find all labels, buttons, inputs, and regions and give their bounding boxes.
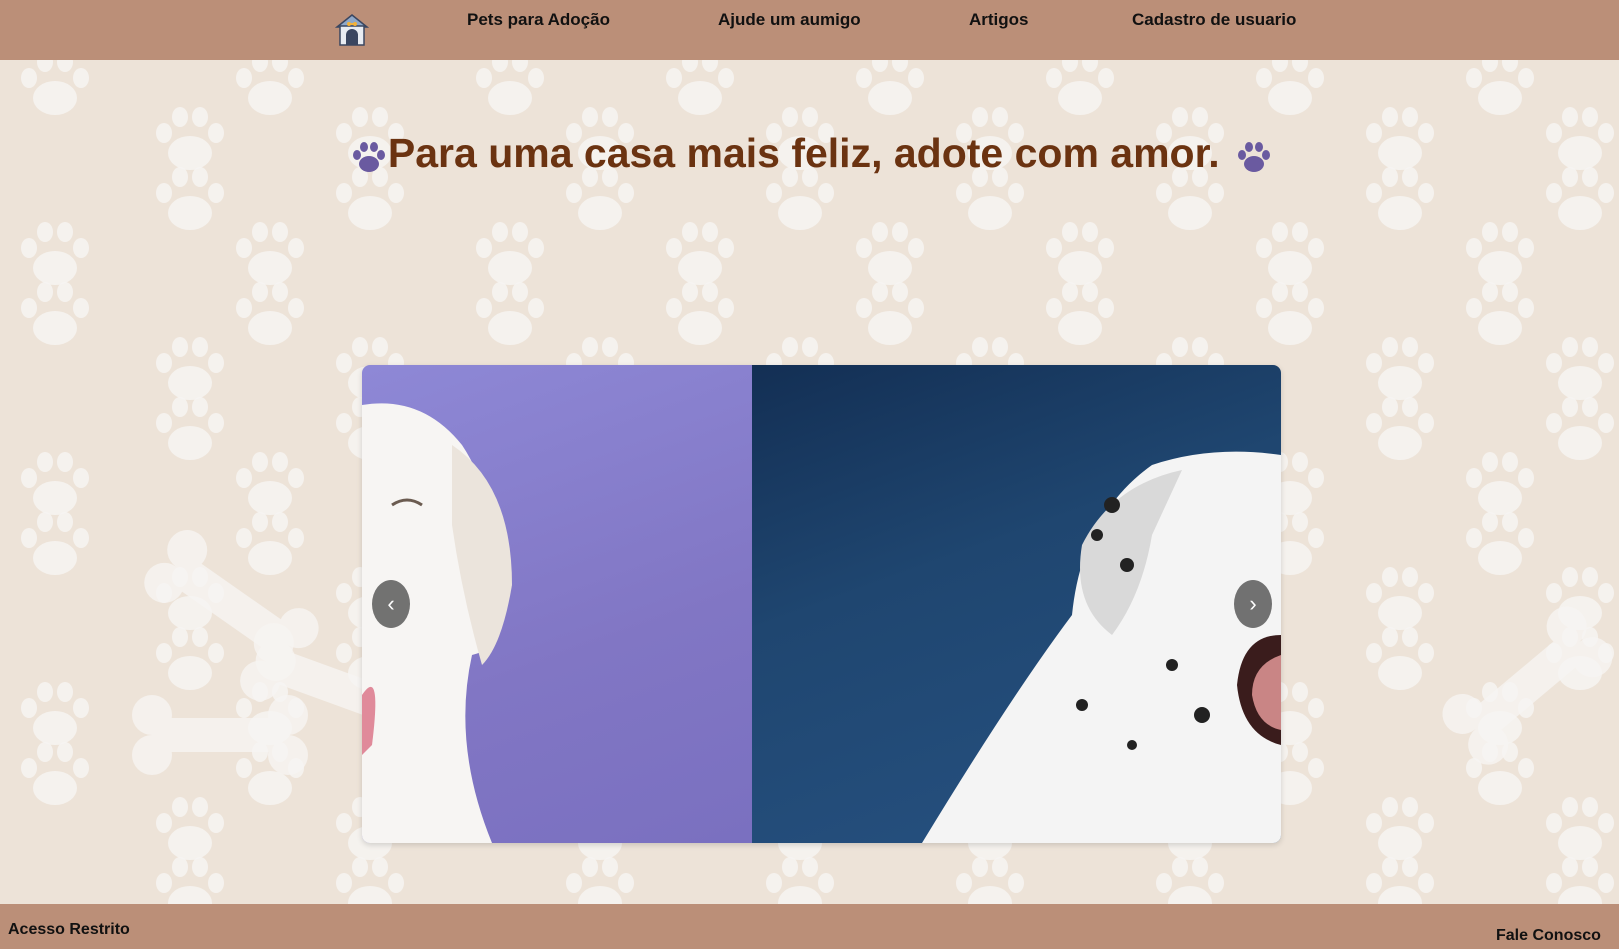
background-paw-icon <box>1540 855 1619 904</box>
nav-link-artigos[interactable]: Artigos <box>969 10 1029 30</box>
background-paw-icon <box>1360 625 1440 695</box>
footer: Acesso Restrito Fale Conosco <box>0 904 1619 949</box>
background-paw-icon <box>760 855 840 904</box>
background-paw-icon <box>1360 395 1440 465</box>
footer-link-fale-conosco[interactable]: Fale Conosco <box>1496 927 1601 945</box>
background-paw-icon <box>230 280 310 350</box>
carousel-next-button[interactable]: › <box>1234 580 1272 628</box>
nav-link-pets-adocao[interactable]: Pets para Adoção <box>467 10 610 30</box>
hero-title-text: Para uma casa mais feliz, adote com amor… <box>387 130 1220 176</box>
background-paw-icon <box>1460 280 1540 350</box>
background-paw-icon <box>950 855 1030 904</box>
top-navbar: Pets para Adoção Ajude um aumigo Artigos… <box>0 0 1619 60</box>
background-bone-icon <box>130 690 310 785</box>
paw-icon <box>346 136 388 176</box>
background-paw-icon <box>1040 60 1120 120</box>
background-paw-icon <box>1460 60 1540 120</box>
footer-link-acesso-restrito[interactable]: Acesso Restrito <box>8 921 130 939</box>
background-paw-icon <box>660 60 740 120</box>
background-paw-icon <box>560 855 640 904</box>
nav-link-cadastro[interactable]: Cadastro de usuario <box>1132 10 1296 30</box>
background-paw-icon <box>15 510 95 580</box>
image-carousel: ‹ › <box>362 365 1281 843</box>
nav-link-ajude[interactable]: Ajude um aumigo <box>718 10 861 30</box>
slide-dalmatian-image <box>752 365 1281 843</box>
slide-white-dog-image <box>362 365 752 843</box>
dog-house-icon[interactable] <box>334 13 370 47</box>
background-paw-icon <box>850 60 930 120</box>
background-paw-icon <box>660 280 740 350</box>
background-paw-icon <box>15 60 95 120</box>
background-paw-icon <box>15 280 95 350</box>
hero-title: Para uma casa mais feliz, adote com amor… <box>0 130 1619 177</box>
background-paw-icon <box>1250 280 1330 350</box>
background-paw-icon <box>330 855 410 904</box>
background-paw-icon <box>470 280 550 350</box>
background-paw-icon <box>1040 280 1120 350</box>
background-paw-icon <box>150 855 230 904</box>
paw-icon <box>1231 136 1273 176</box>
background-paw-icon <box>1540 395 1619 465</box>
background-paw-icon <box>150 395 230 465</box>
background-bone-icon <box>1430 593 1619 781</box>
background-paw-icon <box>15 740 95 810</box>
background-paw-icon <box>1250 60 1330 120</box>
background-paw-icon <box>230 60 310 120</box>
background-paw-icon <box>850 280 930 350</box>
carousel-prev-button[interactable]: ‹ <box>372 580 410 628</box>
background-paw-icon <box>1360 855 1440 904</box>
background-paw-icon <box>1460 510 1540 580</box>
background-paw-icon <box>1150 855 1230 904</box>
background-paw-icon <box>470 60 550 120</box>
